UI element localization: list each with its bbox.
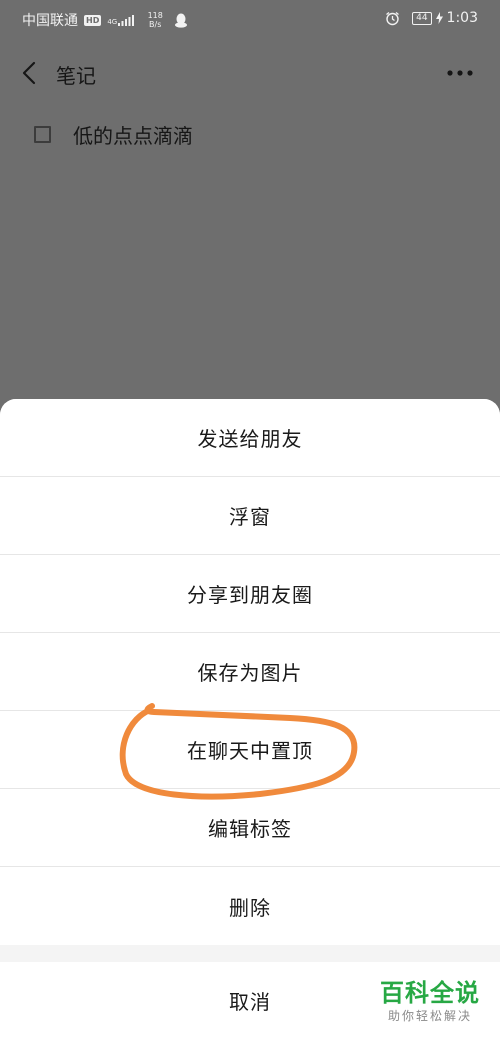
signal-indicator: 4G (107, 14, 135, 26)
floating-window-button[interactable]: 浮窗 (0, 477, 500, 555)
app-header: 笔记 (0, 48, 500, 100)
back-button[interactable] (14, 58, 44, 88)
charging-bolt-icon (435, 12, 443, 24)
pin-in-chat-button[interactable]: 在聊天中置顶 (0, 711, 500, 789)
battery-indicator: 44 (412, 11, 432, 25)
note-item-text: 低的点点滴滴 (73, 124, 193, 148)
alarm-clock-icon (386, 11, 399, 25)
share-to-moments-button[interactable]: 分享到朋友圈 (0, 555, 500, 633)
watermark-subtitle: 助你轻松解决 (387, 1009, 472, 1023)
qq-penguin-icon (175, 13, 188, 28)
action-sheet: 发送给朋友 浮窗 分享到朋友圈 保存为图片 在聊天中置顶 编辑标签 删除 取消 (0, 399, 500, 1039)
edit-tags-button[interactable]: 编辑标签 (0, 789, 500, 867)
note-checkbox[interactable] (34, 126, 51, 143)
watermark-title: 百科全说 (380, 979, 480, 1007)
status-left-group: 中国联通 HD 4G 118 B/s (22, 10, 188, 30)
watermark-logo: 百科全说 助你轻松解决 (374, 978, 486, 1024)
send-to-friend-button[interactable]: 发送给朋友 (0, 399, 500, 477)
more-options-button[interactable] (442, 58, 478, 88)
delete-button[interactable]: 删除 (0, 867, 500, 945)
chevron-left-icon (22, 61, 36, 85)
hd-badge: HD (84, 14, 102, 26)
status-bar: 中国联通 HD 4G 118 B/s 44 1:03 (0, 0, 500, 40)
page-title: 笔记 (56, 64, 96, 88)
save-as-image-button[interactable]: 保存为图片 (0, 633, 500, 711)
status-right-group: 44 1:03 (385, 10, 478, 26)
note-checklist-item: 低的点点滴滴 (34, 120, 193, 149)
signal-bars-icon (118, 14, 135, 26)
network-type: 4G (107, 17, 118, 26)
carrier-name: 中国联通 (22, 13, 78, 29)
network-speed: 118 B/s (147, 11, 163, 29)
more-dots-icon (447, 70, 473, 76)
clock-time: 1:03 (446, 10, 478, 26)
